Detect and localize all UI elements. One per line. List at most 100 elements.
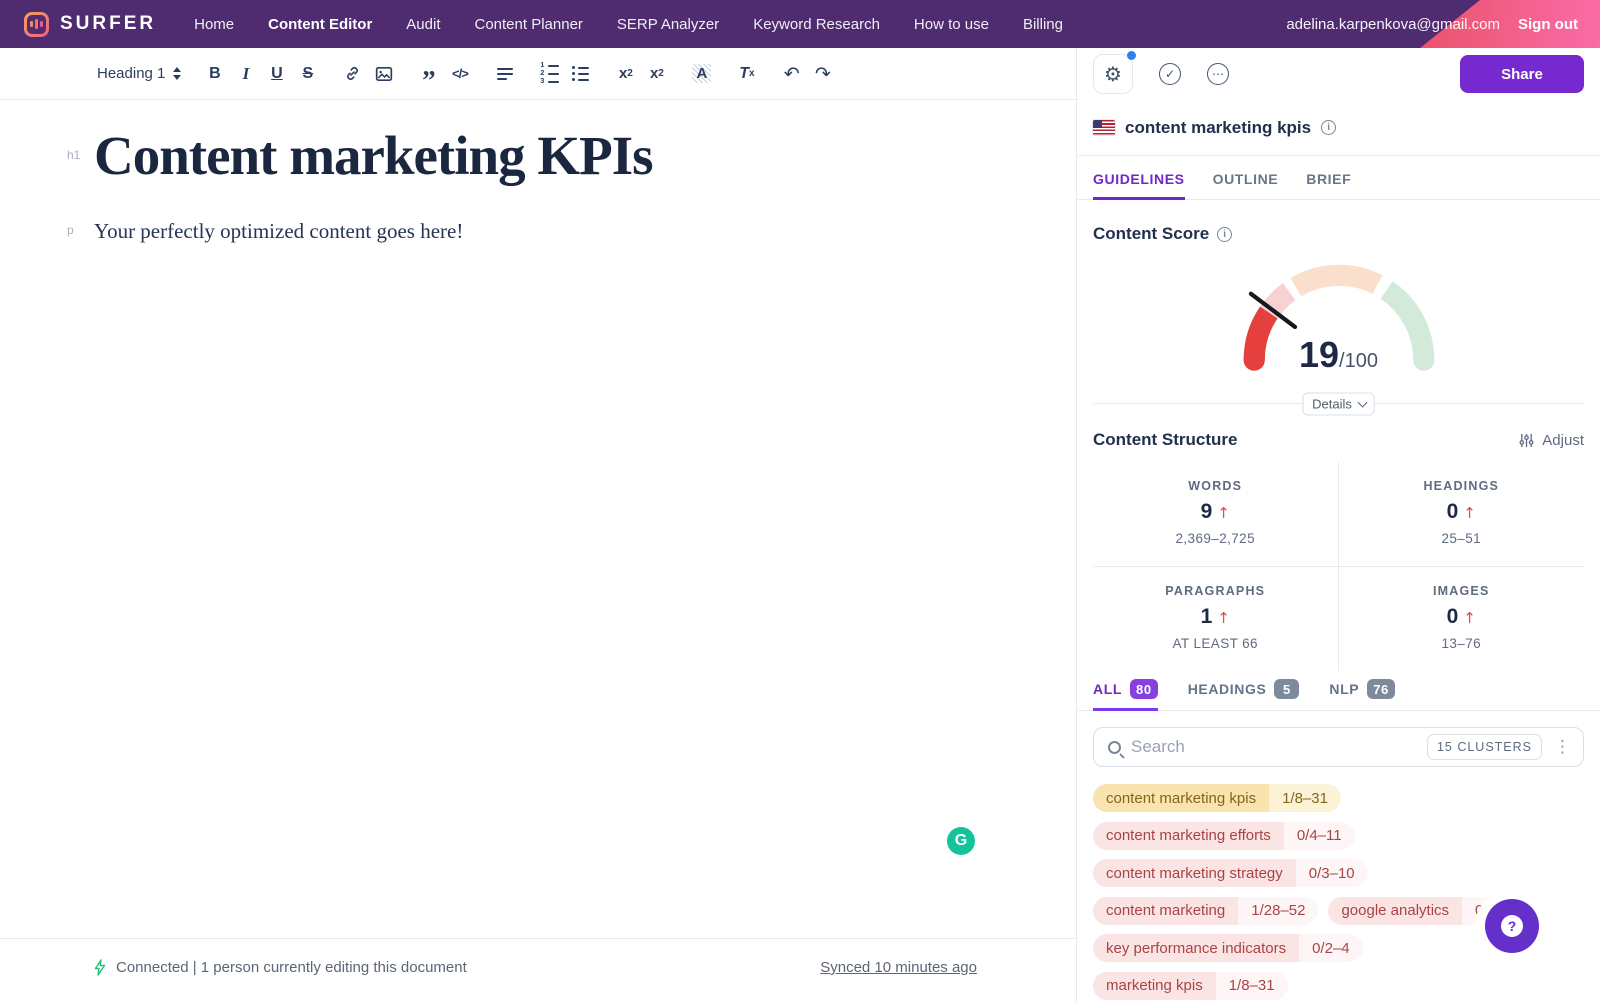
brand-name: SURFER	[60, 13, 157, 34]
italic-button[interactable]: I	[232, 60, 259, 87]
undo-button[interactable]: ↶	[778, 60, 805, 87]
guidelines-panel: ⚙ ✓ ⋯ Share content marketing kpis i GUI…	[1077, 48, 1600, 1002]
ordered-list-button[interactable]: 123	[536, 60, 563, 87]
image-icon	[375, 66, 393, 81]
bold-button[interactable]: B	[201, 60, 228, 87]
nav-item-serp-analyzer[interactable]: SERP Analyzer	[617, 16, 719, 33]
tab-outline[interactable]: OUTLINE	[1213, 171, 1279, 200]
terms-search-bar: 15 CLUSTERS ⋮	[1093, 727, 1584, 767]
link-icon	[347, 67, 359, 80]
h1-gutter-label: h1	[67, 148, 81, 162]
tab-brief[interactable]: BRIEF	[1306, 171, 1351, 200]
link-button[interactable]	[339, 60, 366, 87]
surfer-logo-icon	[24, 12, 49, 37]
nav-item-keyword-research[interactable]: Keyword Research	[753, 16, 880, 33]
search-icon	[1108, 740, 1121, 754]
code-block-button[interactable]: </>	[446, 60, 473, 87]
highlight-icon: A	[692, 64, 712, 83]
gear-icon: ⚙	[1104, 62, 1122, 86]
account-email: adelina.karpenkova@gmail.com	[1286, 15, 1500, 33]
subscript-button[interactable]: x2	[612, 60, 639, 87]
kebab-menu-icon[interactable]: ⋮	[1552, 737, 1573, 757]
document-editor[interactable]: h1 Content marketing KPIs p Your perfect…	[0, 100, 1076, 938]
nav-item-content-planner[interactable]: Content Planner	[475, 16, 583, 33]
stat-words: WORDS 9 ↑ 2,369–2,725	[1093, 462, 1339, 567]
search-input[interactable]	[1131, 737, 1417, 757]
chevron-down-icon	[1357, 397, 1368, 408]
panel-header: ⚙ ✓ ⋯ Share	[1077, 48, 1600, 100]
bullet-list-button[interactable]	[567, 60, 594, 87]
details-button[interactable]: Details	[1302, 392, 1375, 415]
keyword-info-icon[interactable]: i	[1321, 120, 1337, 135]
nav-item-how-to-use[interactable]: How to use	[914, 16, 989, 33]
terms-count-badge: 80	[1130, 679, 1158, 699]
nav-item-audit[interactable]: Audit	[406, 16, 440, 33]
keyword-chip[interactable]: content marketing 1/28–52	[1093, 896, 1319, 925]
clear-formatting-button[interactable]: Tx	[733, 60, 760, 87]
adjust-button[interactable]: Adjust	[1519, 432, 1584, 449]
terms-count-badge: 5	[1274, 679, 1300, 699]
document-title[interactable]: Content marketing KPIs	[94, 125, 1036, 187]
terms-count-badge: 76	[1367, 679, 1395, 699]
nav-items: Home Content Editor Audit Content Planne…	[194, 16, 1063, 33]
top-nav: SURFER Home Content Editor Audit Content…	[0, 0, 1600, 48]
document-paragraph[interactable]: Your perfectly optimized content goes he…	[94, 219, 1036, 244]
blockquote-button[interactable]: ”	[415, 60, 442, 93]
nav-item-content-editor[interactable]: Content Editor	[268, 16, 372, 33]
terms-tab-nlp[interactable]: NLP 76	[1329, 679, 1395, 711]
terms-tab-headings[interactable]: HEADINGS 5	[1188, 679, 1300, 711]
synced-link[interactable]: Synced 10 minutes ago	[820, 959, 977, 976]
strikethrough-button[interactable]: S	[294, 60, 321, 87]
share-button[interactable]: Share	[1460, 55, 1584, 93]
target-keyword: content marketing kpis	[1125, 117, 1312, 137]
content-structure-section: Content Structure Adjust WORDS 9 ↑ 2,369–…	[1077, 430, 1600, 671]
notification-dot	[1127, 51, 1136, 60]
sliders-icon	[1519, 433, 1534, 447]
ellipsis-icon: ⋯	[1212, 67, 1224, 81]
keyword-chip[interactable]: content marketing efforts 0/4–11	[1093, 821, 1355, 850]
align-icon	[496, 67, 513, 80]
insert-image-button[interactable]	[370, 60, 397, 87]
chevron-updown-icon	[173, 67, 182, 80]
tasks-check-button[interactable]: ✓	[1159, 63, 1181, 85]
grammarly-badge[interactable]: G	[947, 827, 975, 855]
sign-out-button[interactable]: Sign out	[1518, 16, 1578, 33]
score-info-icon[interactable]: i	[1217, 226, 1233, 242]
stat-headings: HEADINGS 0 ↑ 25–51	[1338, 462, 1584, 567]
up-arrow-icon: ↑	[1217, 504, 1230, 522]
underline-button[interactable]: U	[263, 60, 290, 87]
highlight-button[interactable]: A	[688, 60, 715, 87]
nav-item-billing[interactable]: Billing	[1023, 16, 1063, 33]
redo-button[interactable]: ↷	[809, 60, 836, 87]
keyword-chip[interactable]: key performance indicators 0/2–4	[1093, 934, 1363, 962]
check-icon: ✓	[1164, 67, 1176, 81]
panel-tabs: GUIDELINES OUTLINE BRIEF	[1077, 156, 1600, 200]
tab-guidelines[interactable]: GUIDELINES	[1093, 171, 1185, 200]
keyword-chip[interactable]: content marketing strategy 0/3–10	[1093, 859, 1368, 887]
keyword-chip[interactable]: marketing kpis 1/8–31	[1093, 971, 1288, 1000]
content-score-title: Content Score	[1093, 224, 1210, 243]
structure-stats-grid: WORDS 9 ↑ 2,369–2,725 HEADINGS 0 ↑ 25–51 P…	[1093, 462, 1584, 671]
up-arrow-icon: ↑	[1217, 609, 1230, 627]
clusters-button[interactable]: 15 CLUSTERS	[1426, 734, 1542, 760]
keyword-chips: content marketing kpis 1/8–31 content mar…	[1093, 784, 1584, 1002]
settings-button[interactable]: ⚙	[1093, 51, 1136, 94]
brand[interactable]: SURFER	[24, 12, 156, 37]
align-button[interactable]	[491, 60, 518, 87]
help-button[interactable]: ?	[1485, 899, 1539, 953]
keyword-chip[interactable]: content marketing kpis 1/8–31	[1093, 784, 1341, 812]
question-mark-icon: ?	[1501, 915, 1523, 937]
bullet-list-icon	[572, 66, 590, 81]
score-divider: Details	[1093, 392, 1584, 415]
us-flag-icon	[1093, 120, 1115, 135]
ordered-list-icon: 123	[540, 62, 560, 85]
content-structure-title: Content Structure	[1093, 430, 1238, 449]
terms-tab-all[interactable]: ALL 80	[1093, 679, 1158, 711]
editor-statusbar: Connected | 1 person currently editing t…	[0, 938, 1076, 1002]
nav-item-home[interactable]: Home	[194, 16, 234, 33]
more-options-button[interactable]: ⋯	[1207, 63, 1229, 85]
block-format-select[interactable]: Heading 1	[97, 65, 182, 82]
block-format-value: Heading 1	[97, 65, 166, 82]
superscript-button[interactable]: x2	[643, 60, 670, 87]
score-value: 19	[1299, 334, 1340, 375]
